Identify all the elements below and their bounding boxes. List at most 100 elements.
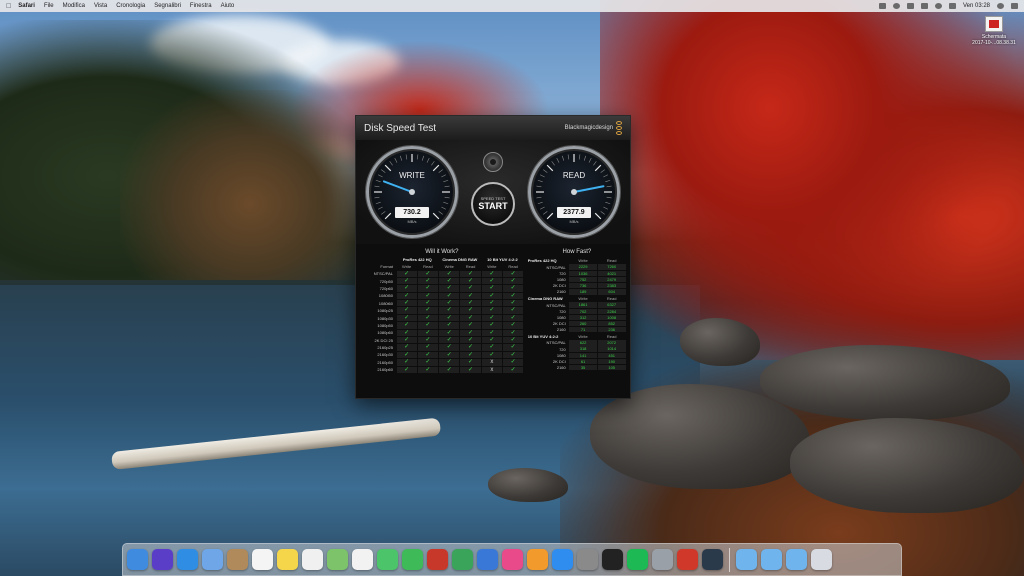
format-label: 2160p25 [377, 345, 393, 351]
disk-speed-test-icon[interactable] [602, 549, 623, 570]
write-gauge-tick [421, 155, 425, 161]
write-gauge-tick [381, 211, 386, 215]
downloads-folder-icon[interactable] [736, 549, 757, 570]
check-icon: ✓ [439, 292, 460, 300]
format-label: NTSC/PAL [373, 271, 393, 277]
rocket-icon[interactable] [652, 549, 673, 570]
siri-icon[interactable] [152, 549, 173, 570]
check-icon: ✓ [417, 366, 439, 373]
write-gauge-tick [444, 196, 450, 199]
check-icon: ✓ [460, 366, 481, 373]
table-row: 2160p25 ✓ ✓ ✓ ✓ ✓ ✓ [360, 344, 524, 351]
read-gauge-needle-hub [571, 189, 577, 195]
check-icon: ✓ [460, 329, 481, 337]
write-gauge-tick [416, 154, 419, 160]
photos-icon[interactable] [352, 549, 373, 570]
photobooth-icon[interactable] [427, 549, 448, 570]
check-icon: ✓ [460, 314, 481, 322]
check-icon: ✓ [481, 292, 502, 300]
subcol-write: Write [578, 258, 588, 263]
appstore-icon[interactable] [552, 549, 573, 570]
table-row: 1080p50 ✓ ✓ ✓ ✓ ✓ ✓ [360, 322, 524, 329]
results-tables: Will it Work? ProRes 422 HQ Cinema DNG R… [356, 244, 630, 373]
menu-item-bookmarks[interactable]: Segnalibri [154, 3, 181, 9]
read-gauge-tick [605, 201, 611, 205]
keynote-icon[interactable] [477, 549, 498, 570]
read-fps-value: 190 [597, 358, 626, 365]
write-gauge-label: WRITE [399, 171, 425, 180]
numbers-icon[interactable] [452, 549, 473, 570]
resolution-label: 2160 [556, 365, 566, 371]
menu-item-help[interactable]: Aiuto [221, 3, 235, 9]
group-cinemadng-header: Cinema DNG RAW [442, 257, 478, 262]
reminders-icon[interactable] [302, 549, 323, 570]
apple-menu-icon[interactable]:  [6, 3, 11, 10]
table-row: 2160 189 604 [528, 289, 626, 295]
write-fps-value: 622 [569, 340, 597, 346]
write-gauge-tick [384, 164, 392, 172]
volume-icon[interactable] [934, 3, 942, 9]
trash-icon[interactable] [811, 549, 832, 570]
start-button[interactable]: SPEED TEST START [471, 182, 515, 226]
write-fps-value: 35 [569, 365, 597, 371]
flashcard-icon[interactable] [677, 549, 698, 570]
start-button-label: START [478, 201, 508, 211]
menu-item-safari[interactable]: Safari [18, 3, 35, 9]
finder-icon[interactable] [127, 549, 148, 570]
menu-item-file[interactable]: File [44, 3, 54, 9]
spotlight-search-icon[interactable] [997, 3, 1004, 9]
itunes-icon[interactable] [502, 549, 523, 570]
write-fps-value: 752 [569, 276, 597, 283]
read-gauge-tick [540, 206, 545, 210]
bluetooth-icon[interactable] [906, 3, 914, 9]
system-preferences-icon[interactable] [577, 549, 598, 570]
messages-icon[interactable] [377, 549, 398, 570]
documents-folder-icon[interactable] [761, 549, 782, 570]
read-gauge-tick [543, 211, 548, 215]
mail-icon[interactable] [202, 549, 223, 570]
read-gauge-tick [551, 161, 555, 166]
check-icon: ✓ [481, 351, 502, 359]
facetime-icon[interactable] [402, 549, 423, 570]
menu-item-window[interactable]: Finestra [190, 3, 212, 9]
sync-icon[interactable] [892, 3, 900, 9]
read-gauge-tick [606, 185, 612, 188]
window-titlebar[interactable]: Disk Speed Test Blackmagicdesign [356, 116, 630, 140]
resolution-label: 2160 [556, 327, 566, 333]
menu-item-history[interactable]: Cronologia [116, 3, 145, 9]
contacts-icon[interactable] [227, 549, 248, 570]
table-row: 2160 35 105 [528, 365, 626, 371]
quicktime-icon[interactable] [702, 549, 723, 570]
notes-icon[interactable] [277, 549, 298, 570]
settings-gear-icon[interactable] [483, 152, 503, 172]
check-icon: ✓ [481, 307, 502, 314]
check-icon: ✓ [481, 329, 502, 337]
dropbox-icon[interactable] [878, 3, 886, 9]
menu-item-view[interactable]: Vista [94, 3, 107, 9]
check-icon: ✓ [481, 285, 502, 292]
notification-center-icon[interactable] [1011, 3, 1018, 9]
read-fps-value: 236 [597, 327, 626, 333]
desktop-screenshot-file[interactable]: Schermata 2017-10-...08.38.31 [966, 16, 1022, 46]
table-row: 720 318 1014 [528, 346, 626, 352]
write-fps-value: 260 [569, 320, 597, 327]
applications-folder-icon[interactable] [786, 549, 807, 570]
menu-item-edit[interactable]: Modifica [63, 3, 85, 9]
how-fast-heading: How Fast? [562, 249, 592, 255]
calendar-icon[interactable] [252, 549, 273, 570]
format-label: 1080i50 [378, 293, 393, 299]
battery-icon[interactable] [948, 3, 956, 9]
menu-bar:  Safari File Modifica Vista Cronologia … [0, 0, 1024, 12]
ibooks-icon[interactable] [527, 549, 548, 570]
check-icon: ✓ [396, 344, 417, 351]
maps-icon[interactable] [327, 549, 348, 570]
wifi-icon[interactable] [920, 3, 928, 9]
write-gauge-tick [378, 206, 383, 210]
spotify-icon[interactable] [627, 549, 648, 570]
safari-icon[interactable] [177, 549, 198, 570]
menubar-clock[interactable]: Ven 03:28 [963, 3, 990, 9]
dock [122, 543, 902, 576]
subcol-write: Write [402, 264, 412, 269]
table-row: 1080p25 ✓ ✓ ✓ ✓ ✓ ✓ [360, 307, 524, 314]
will-it-work-heading: Will it Work? [425, 249, 459, 255]
